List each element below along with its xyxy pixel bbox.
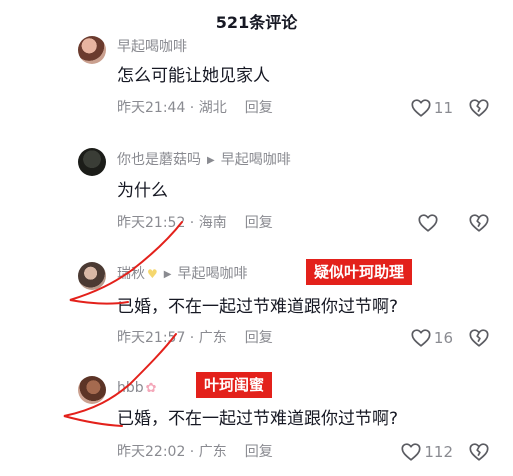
heart-outline-icon [418,214,438,232]
avatar[interactable] [78,148,106,176]
broken-heart-icon[interactable] [468,327,490,349]
reply-to-username[interactable]: 早起喝咖啡 [221,152,291,168]
comment-username-row: 你也是蘑菇吗 ▶ 早起喝咖啡 [117,150,291,172]
comment-username-row: 早起喝咖啡 [117,37,187,57]
comment-location: 湖北 [198,100,227,116]
comment-time: 昨天22:02 [117,444,186,460]
broken-heart-icon[interactable] [468,97,490,119]
comment-text: 为什么 [117,181,168,201]
like-count: 112 [424,443,453,461]
comment-location: 广东 [198,444,227,460]
avatar[interactable] [78,262,106,290]
comment-text: 已婚，不在一起过节难道跟你过节啊? [117,409,399,429]
comment-username-row: 瑞秋 ♥ ▶ 早起喝咖啡 [117,264,247,286]
like-button[interactable]: 112 [400,440,453,464]
like-button[interactable] [417,211,441,235]
avatar[interactable] [78,376,106,404]
reply-button[interactable]: 回复 [245,100,273,116]
avatar[interactable] [78,36,106,64]
broken-heart-icon[interactable] [468,212,490,234]
reply-button[interactable]: 回复 [245,215,273,231]
comment-meta: 昨天21:52 · 海南 回复 [117,215,273,231]
comment-username[interactable]: 早起喝咖啡 [117,39,187,55]
comment-text: 已婚，不在一起过节难道跟你过节啊? [117,297,399,317]
flower-emoji-icon: ✿ [145,381,157,396]
like-count: 11 [433,99,453,117]
comments-header: 521条评论 [215,13,298,32]
comment-meta: 昨天21:57 · 广东 回复 [117,330,273,346]
triangle-right-icon: ▶ [163,269,172,280]
like-count: 16 [433,329,453,347]
comment-time: 昨天21:57 [117,330,186,346]
yellow-heart-emoji-icon: ♥ [147,267,158,281]
comment-meta: 昨天21:44 · 湖北 回复 [117,100,273,116]
triangle-right-icon: ▶ [207,155,215,166]
heart-outline-icon [411,329,431,347]
comment-username[interactable]: 瑞秋 [117,266,145,282]
broken-heart-icon[interactable] [468,441,490,463]
comment-username-row: hbb ✿ [117,378,157,399]
annotation-tag-assistant: 疑似叶珂助理 [306,259,413,285]
heart-outline-icon [401,443,421,461]
annotation-tag-bestie: 叶珂闺蜜 [196,372,273,398]
reply-button[interactable]: 回复 [245,330,273,346]
heart-outline-icon [411,99,431,117]
comment-location: 海南 [198,215,227,231]
comment-username[interactable]: 你也是蘑菇吗 [117,152,201,168]
comment-time: 昨天21:44 [117,100,186,116]
comment-username[interactable]: hbb [117,380,144,396]
comment-time: 昨天21:52 [117,215,186,231]
like-button[interactable]: 16 [410,326,453,350]
comment-location: 广东 [198,330,227,346]
reply-button[interactable]: 回复 [245,444,273,460]
like-button[interactable]: 11 [410,96,453,120]
comment-meta: 昨天22:02 · 广东 回复 [117,444,273,460]
comment-text: 怎么可能让她见家人 [117,66,270,86]
reply-to-username[interactable]: 早起喝咖啡 [177,266,247,282]
